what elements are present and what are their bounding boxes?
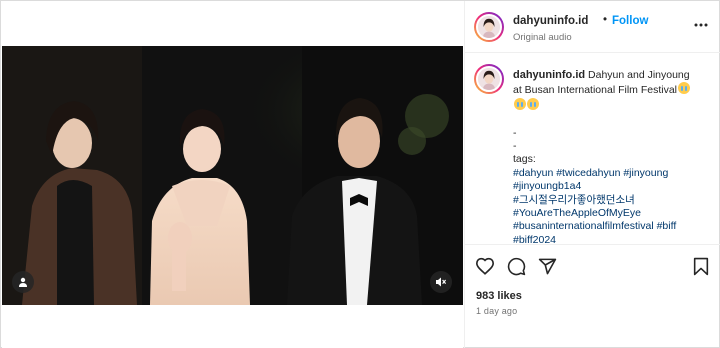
share-button[interactable] <box>536 255 558 277</box>
video-player[interactable] <box>2 46 463 305</box>
caption-username[interactable]: dahyuninfo.id <box>513 69 585 81</box>
caption-line: at Busan International Film Festival <box>513 84 677 97</box>
comment-icon <box>507 257 525 275</box>
caption-spacer: - <box>513 140 517 153</box>
post-timestamp[interactable]: 1 day ago <box>476 306 517 316</box>
tagged-users-button[interactable] <box>12 271 34 293</box>
hashtag-link[interactable]: #biff2024 <box>513 234 715 243</box>
save-button[interactable] <box>690 255 712 277</box>
mute-toggle-button[interactable] <box>430 271 452 293</box>
heart-icon <box>475 257 495 275</box>
author-avatar[interactable] <box>474 12 504 42</box>
avatar-image <box>478 16 500 38</box>
post-actions: 983 likes 1 day ago <box>465 244 720 348</box>
video-frame <box>2 46 463 305</box>
author-username[interactable]: dahyuninfo.id <box>513 15 588 27</box>
tags-label: tags: <box>513 153 536 166</box>
hashtag-link[interactable]: #busaninternationalfilmfestival #biff <box>513 220 715 233</box>
hashtag-link[interactable]: #dahyun #twicedahyun #jinyoung <box>513 167 715 180</box>
speaker-muted-icon <box>436 277 447 287</box>
more-horizontal-icon <box>694 23 708 27</box>
loudly-crying-face-emoji <box>678 82 690 95</box>
caption-emoji-line <box>513 97 715 113</box>
caption-first-line: dahyuninfo.id Dahyun and Jinyoung <box>513 69 715 82</box>
user-icon <box>19 277 27 287</box>
caption-spacer: - <box>513 126 517 139</box>
caption-blank <box>513 113 715 126</box>
caption-text: dahyuninfo.id Dahyun and Jinyoung at Bus… <box>513 69 715 243</box>
header-separator: • <box>603 14 608 26</box>
hashtag-link[interactable]: #YouAreTheAppleOfMyEye <box>513 207 715 220</box>
likes-count[interactable]: 983 likes <box>476 290 522 302</box>
loudly-crying-face-emoji <box>527 97 539 110</box>
avatar-image <box>478 68 500 90</box>
instagram-post: dahyuninfo.id • Follow Original audio da… <box>0 0 720 348</box>
post-sidebar: dahyuninfo.id • Follow Original audio da… <box>464 1 720 348</box>
hashtag-link[interactable]: #그시절우리가좋아했던소녀 <box>513 194 715 207</box>
hashtag-link[interactable]: #jinyoungb1a4 <box>513 180 715 193</box>
like-button[interactable] <box>474 255 496 277</box>
loudly-crying-face-emoji <box>514 97 526 110</box>
share-icon <box>538 258 556 274</box>
post-media <box>2 2 463 348</box>
comment-button[interactable] <box>505 255 527 277</box>
caption-line: Dahyun and Jinyoung <box>588 69 690 81</box>
caption-second-line: at Busan International Film Festival <box>513 82 715 97</box>
caption-section: dahyuninfo.id Dahyun and Jinyoung at Bus… <box>465 54 720 243</box>
bookmark-icon <box>693 257 709 275</box>
audio-link[interactable]: Original audio <box>513 32 572 43</box>
more-options-button[interactable] <box>693 17 709 33</box>
follow-button[interactable]: Follow <box>612 15 648 27</box>
caption-avatar[interactable] <box>474 64 504 94</box>
post-header: dahyuninfo.id • Follow Original audio <box>465 1 720 53</box>
